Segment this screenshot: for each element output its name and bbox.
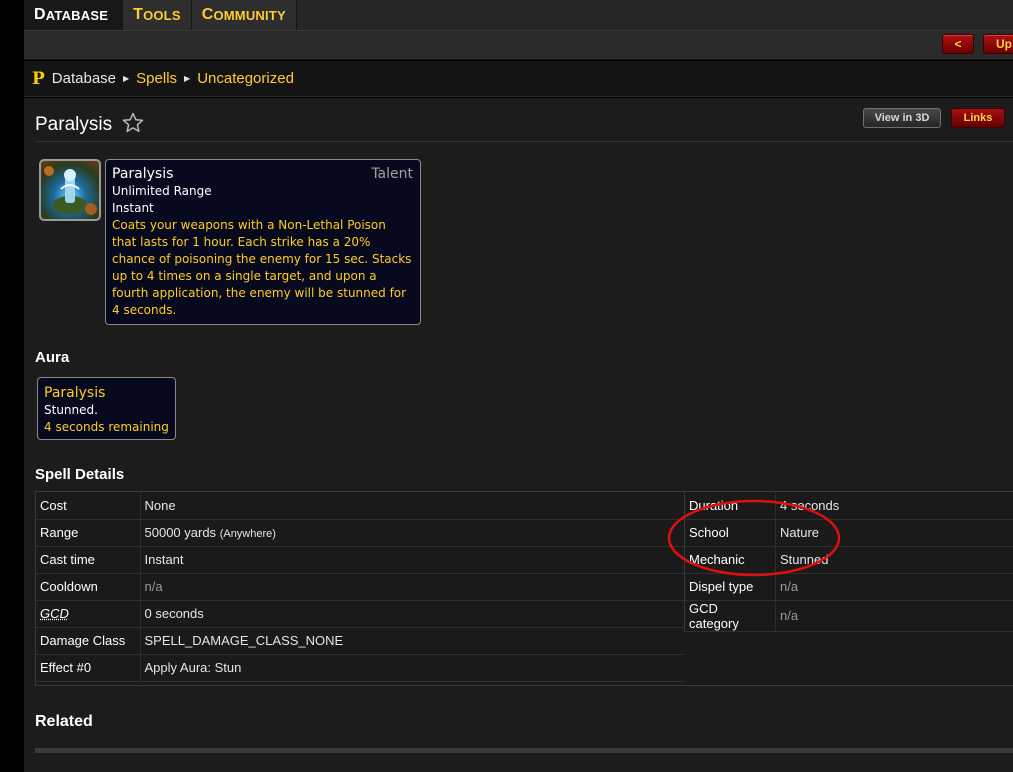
breadcrumb-spells[interactable]: Spells — [136, 70, 177, 87]
breadcrumb-arrow-icon: ▶ — [123, 74, 130, 83]
spell-icon — [39, 159, 101, 221]
table-row: GCD 0 seconds — [36, 600, 684, 628]
aura-description: Stunned. — [44, 403, 98, 417]
page-title: Paralysis — [35, 114, 113, 135]
tab-community[interactable]: C OMMUNITY — [191, 0, 297, 30]
detail-key-cell: GCD — [36, 600, 140, 628]
detail-value: None — [139, 492, 684, 520]
related-divider — [35, 748, 1013, 753]
site-logo-icon[interactable]: P — [32, 69, 45, 89]
detail-value: 0 seconds — [139, 600, 684, 628]
tooltip-talent-tag: Talent — [371, 166, 413, 182]
detail-key: Cooldown — [36, 573, 140, 601]
spell-tooltip: Paralysis Talent Unlimited Range Instant… — [105, 159, 421, 325]
detail-value: n/a — [775, 600, 1013, 632]
aura-name: Paralysis — [44, 385, 106, 401]
gcd-abbreviation[interactable]: GCD — [40, 606, 69, 621]
detail-key: Damage Class — [36, 627, 140, 655]
divider — [35, 141, 1013, 142]
tab-database[interactable]: D ATABASE — [24, 0, 124, 30]
tab-tools-initial: T — [133, 6, 144, 23]
detail-key: Range — [36, 519, 140, 547]
table-row: Range 50000 yards (Anywhere) — [36, 519, 684, 547]
tab-database-initial: D — [34, 6, 46, 23]
related-heading: Related — [35, 713, 93, 730]
sub-bar: < Up — [24, 30, 1013, 60]
detail-value-cell: 50000 yards (Anywhere) — [139, 519, 684, 547]
tooltip-spell-name: Paralysis — [112, 166, 174, 182]
details-left-table: Cost None Range 50000 yards (Anywhere) C… — [36, 492, 684, 682]
aura-heading: Aura — [35, 349, 70, 366]
up-button[interactable]: Up — [983, 34, 1013, 54]
links-button[interactable]: Links — [951, 108, 1005, 128]
back-button[interactable]: < — [942, 34, 974, 54]
detail-value: Apply Aura: Stun — [139, 654, 684, 682]
range-note: (Anywhere) — [219, 528, 276, 540]
view-in-3d-button[interactable]: View in 3D — [863, 108, 941, 128]
breadcrumb-uncategorized[interactable]: Uncategorized — [197, 70, 294, 87]
tab-database-label: ATABASE — [45, 7, 109, 23]
table-row: Cooldown n/a — [36, 573, 684, 601]
detail-value: 50000 yards — [144, 525, 217, 540]
tab-community-label: OMMUNITY — [213, 7, 286, 23]
top-nav: D ATABASE T OOLS C OMMUNITY — [24, 0, 1013, 30]
tooltip-range: Unlimited Range — [112, 184, 212, 198]
detail-key: GCD category — [684, 600, 776, 632]
detail-value: SPELL_DAMAGE_CLASS_NONE — [139, 627, 684, 655]
aura-remaining: 4 seconds remaining — [44, 420, 169, 434]
aura-tooltip: Paralysis Stunned. 4 seconds remaining — [37, 377, 176, 440]
tab-tools[interactable]: T OOLS — [123, 0, 192, 30]
tab-community-initial: C — [201, 6, 214, 23]
annotation-circle — [667, 499, 841, 577]
table-row: Cast time Instant — [36, 546, 684, 574]
breadcrumb-arrow-icon: ▶ — [184, 74, 191, 83]
spell-details-heading: Spell Details — [35, 466, 125, 483]
detail-key: Effect #0 — [36, 654, 140, 682]
table-row: Cost None — [36, 492, 684, 520]
detail-value: Instant — [139, 546, 684, 574]
main-panel: Paralysis View in 3D Links Paralysis Tal… — [24, 98, 1013, 772]
table-row: Effect #0 Apply Aura: Stun — [36, 654, 684, 682]
breadcrumb-database[interactable]: Database — [52, 70, 116, 87]
tooltip-description: Coats your weapons with a Non-Lethal Poi… — [112, 218, 412, 317]
breadcrumb: P Database ▶ Spells ▶ Uncategorized — [24, 61, 1013, 97]
spell-details-table: Cost None Range 50000 yards (Anywhere) C… — [35, 491, 1013, 686]
detail-value: n/a — [139, 573, 684, 601]
table-row: Damage Class SPELL_DAMAGE_CLASS_NONE — [36, 627, 684, 655]
detail-key: Cost — [36, 492, 140, 520]
tab-tools-label: OOLS — [143, 7, 181, 23]
detail-key: Cast time — [36, 546, 140, 574]
star-icon[interactable] — [121, 111, 145, 135]
table-row: GCD category n/a — [684, 600, 1013, 632]
tooltip-cast-time: Instant — [112, 201, 154, 215]
